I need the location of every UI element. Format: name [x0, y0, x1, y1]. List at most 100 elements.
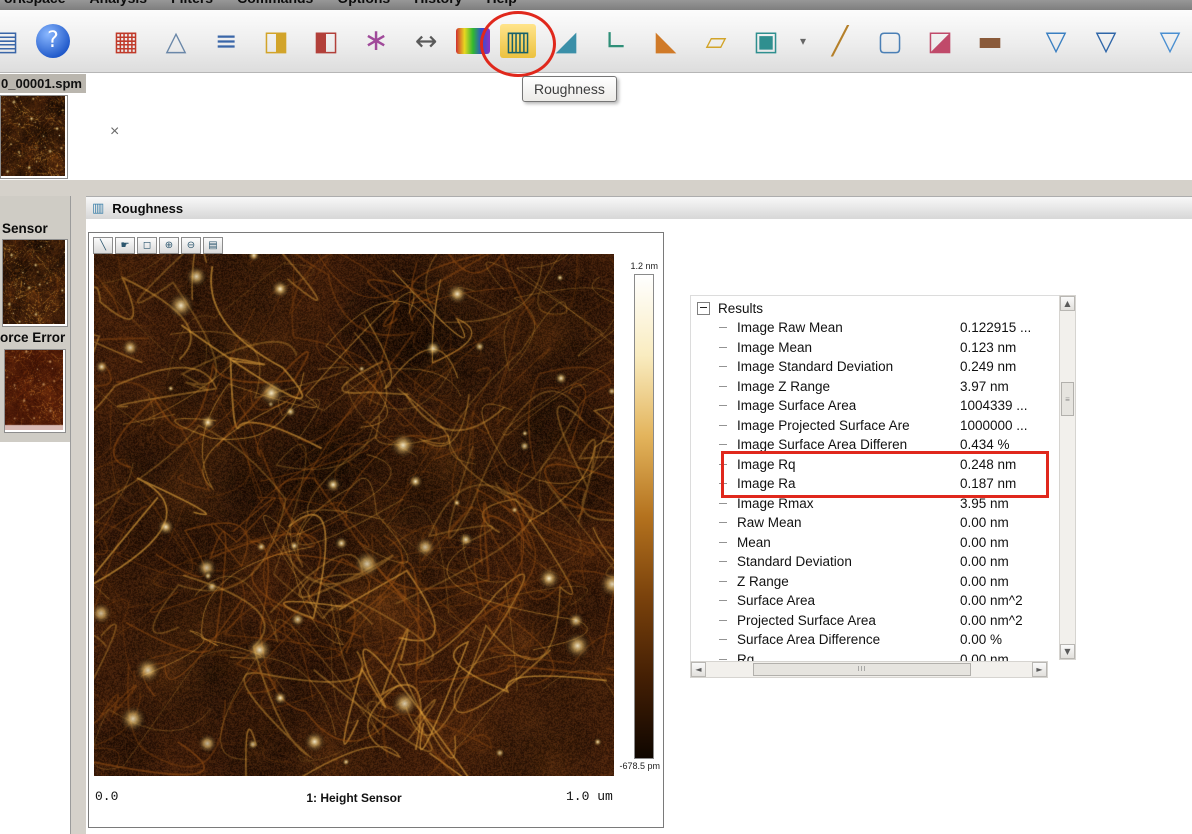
- thumbnail-sensor[interactable]: [2, 239, 68, 327]
- tree-branch-tick: [719, 346, 727, 348]
- menu-help[interactable]: Help: [486, 0, 516, 6]
- tooltip: Roughness: [522, 76, 617, 102]
- result-row[interactable]: Z Range 0.00 nm: [695, 572, 1055, 592]
- zoom-in-button[interactable]: ⊕: [159, 237, 179, 254]
- sidebar-divider: [70, 196, 71, 834]
- collapse-icon[interactable]: [697, 301, 710, 315]
- spectrum-icon[interactable]: [456, 28, 490, 54]
- layers-3d-icon[interactable]: ≡: [206, 21, 246, 61]
- roughness-icon[interactable]: ▥: [500, 24, 536, 58]
- menu-commands[interactable]: Commands: [237, 0, 313, 6]
- result-row[interactable]: Image Rmax 3.95 nm: [695, 494, 1055, 514]
- afm-height-image[interactable]: [94, 254, 614, 776]
- result-value: 0.122915 ...: [960, 320, 1032, 336]
- result-row[interactable]: Image Projected Surface Are 1000000 ...: [695, 416, 1055, 436]
- result-row[interactable]: Surface Area Difference 0.00 %: [695, 630, 1055, 650]
- result-row[interactable]: Image Surface Area Differen 0.434 %: [695, 435, 1055, 455]
- window-title: Roughness: [112, 200, 184, 216]
- tree-branch-tick: [719, 502, 727, 504]
- roughness-window-client: ╲ ☛ ◻ ⊕ ⊖ ▤ 1.2 nm -678.5 pm 0.0 1: Height Se…: [86, 219, 1192, 834]
- axes-3d-icon[interactable]: △: [156, 21, 196, 61]
- menu-workspace[interactable]: orkspace: [4, 0, 65, 6]
- menu-analysis[interactable]: Analysis: [89, 0, 147, 6]
- tree-branch-tick: [719, 463, 727, 465]
- scroll-up-icon[interactable]: ▲: [1060, 296, 1075, 311]
- export-button[interactable]: ▤: [203, 237, 223, 254]
- result-label: Surface Area Difference: [737, 632, 881, 648]
- roughness-window-icon: ▥: [92, 200, 105, 216]
- toolbar: ▤?▦△≡◨◧∗↔▥◢∟◣▱▣▾╱▢◪▬▽▽▽▽: [0, 10, 1192, 73]
- crop-icon[interactable]: ▢: [870, 21, 910, 61]
- scroll-down-icon[interactable]: ▼: [1060, 644, 1075, 659]
- width-measure-icon[interactable]: ↔: [406, 21, 446, 61]
- filter-calc-icon[interactable]: ▽: [1086, 21, 1126, 61]
- result-row[interactable]: Raw Mean 0.00 nm: [695, 513, 1055, 533]
- close-thumbnail-button[interactable]: ×: [110, 124, 119, 140]
- result-label: Image Z Range: [737, 378, 831, 394]
- zoom-box-button[interactable]: ◻: [137, 237, 157, 254]
- result-row[interactable]: Standard Deviation 0.00 nm: [695, 552, 1055, 572]
- tree-branch-tick: [719, 444, 727, 446]
- menu-options[interactable]: Options: [337, 0, 390, 6]
- erase-icon[interactable]: ◪: [920, 21, 960, 61]
- menu-history[interactable]: History: [414, 0, 462, 6]
- tree-branch-tick: [719, 522, 727, 524]
- particle-analysis-icon[interactable]: ▦: [106, 21, 146, 61]
- roughness-window-titlebar[interactable]: ▥ Roughness: [86, 196, 1192, 220]
- color-line-button[interactable]: ╲: [93, 237, 113, 254]
- result-value: 1000000 ...: [960, 417, 1028, 433]
- filter-b-icon[interactable]: ▽: [1150, 21, 1190, 61]
- vertical-scroll-thumb[interactable]: ≡: [1061, 382, 1074, 416]
- slope-icon[interactable]: ◢: [546, 21, 586, 61]
- result-row[interactable]: Image Mean 0.123 nm: [695, 338, 1055, 358]
- clean-image-icon[interactable]: ╱: [820, 21, 860, 61]
- result-row[interactable]: Image Rq 0.248 nm: [695, 455, 1055, 475]
- horizontal-scroll-thumb[interactable]: III: [753, 663, 971, 676]
- ruler-icon[interactable]: ▱: [696, 21, 736, 61]
- ruler-flag-icon[interactable]: ◨: [256, 21, 296, 61]
- file-tab[interactable]: 0_00001.spm: [0, 74, 86, 93]
- result-label: Rq: [737, 651, 755, 661]
- roller-icon[interactable]: ▬: [970, 21, 1010, 61]
- thumbnail-image: [5, 350, 63, 430]
- result-row[interactable]: Image Standard Deviation 0.249 nm: [695, 357, 1055, 377]
- step-icon[interactable]: ∟: [596, 21, 636, 61]
- result-row[interactable]: Surface Area 0.00 nm^2: [695, 591, 1055, 611]
- save-icon[interactable]: ▤: [0, 21, 26, 61]
- result-label: Mean: [737, 534, 771, 550]
- tree-branch-tick: [719, 366, 727, 368]
- vertical-scrollbar[interactable]: ▲ ≡ ▼: [1059, 295, 1076, 660]
- horizontal-scrollbar[interactable]: ◄ III ►: [690, 661, 1048, 678]
- workspace-band: [0, 180, 1192, 196]
- scroll-left-icon[interactable]: ◄: [691, 662, 706, 677]
- result-row[interactable]: Projected Surface Area 0.00 nm^2: [695, 611, 1055, 631]
- result-value: 0.248 nm: [960, 456, 1017, 472]
- filter-a-icon[interactable]: ▽: [1036, 21, 1076, 61]
- cluster-icon[interactable]: ∗: [356, 21, 396, 61]
- toolbar-overflow-icon[interactable]: ▾: [796, 21, 810, 61]
- workspace-strip: [70, 196, 86, 834]
- result-value: 0.434 %: [960, 437, 1010, 453]
- result-row[interactable]: Image Surface Area 1004339 ...: [695, 396, 1055, 416]
- tree-branch-tick: [719, 619, 727, 621]
- result-row[interactable]: Image Z Range 3.97 nm: [695, 377, 1055, 397]
- viewer-toolbar: ╲ ☛ ◻ ⊕ ⊖ ▤: [93, 237, 223, 254]
- result-row[interactable]: Mean 0.00 nm: [695, 533, 1055, 553]
- depth-icon[interactable]: ▣: [746, 21, 786, 61]
- help-icon[interactable]: ?: [36, 24, 70, 58]
- zoom-out-button[interactable]: ⊖: [181, 237, 201, 254]
- results-root-row[interactable]: Results: [695, 298, 1055, 318]
- scroll-right-icon[interactable]: ►: [1032, 662, 1047, 677]
- result-row[interactable]: Image Raw Mean 0.122915 ...: [695, 318, 1055, 338]
- result-label: Image Ra: [737, 476, 796, 492]
- pan-button[interactable]: ☛: [115, 237, 135, 254]
- thumbnail-force-error[interactable]: [4, 349, 66, 433]
- ramp-icon[interactable]: ◣: [646, 21, 686, 61]
- thumbnail-image: [3, 240, 65, 324]
- result-row[interactable]: Rq 0.00 nm: [695, 650, 1055, 661]
- result-value: 0.187 nm: [960, 476, 1017, 492]
- menu-filters[interactable]: Filters: [171, 0, 213, 6]
- image-compare-icon[interactable]: ◧: [306, 21, 346, 61]
- thumbnail-height-sensor[interactable]: [0, 95, 68, 179]
- result-row[interactable]: Image Ra 0.187 nm: [695, 474, 1055, 494]
